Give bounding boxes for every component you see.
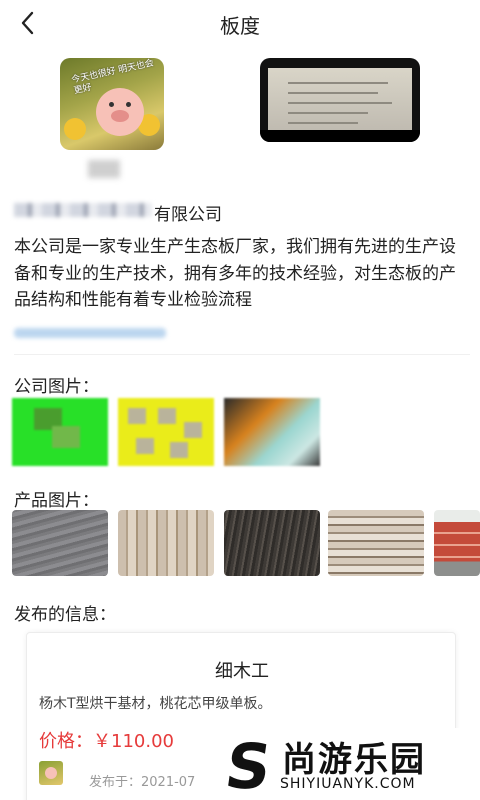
published-info-label: 发布的信息： (14, 605, 116, 625)
pompom-decoration (64, 118, 86, 140)
redacted-username (88, 160, 120, 178)
post-description: 杨木T型烘干基材，桃花芯甲级单板。 (39, 696, 272, 712)
product-image[interactable] (12, 510, 108, 576)
watermark-logo-icon: S (220, 730, 276, 800)
company-name-suffix: 有限公司 (154, 205, 222, 225)
phone-nav-bar (260, 130, 420, 142)
divider (14, 354, 470, 355)
redacted-link[interactable] (14, 328, 166, 338)
company-image[interactable] (118, 398, 214, 466)
watermark-text: 尚游乐园 (282, 740, 426, 780)
product-images-label: 产品图片： (14, 491, 99, 511)
company-images-label: 公司图片： (14, 377, 99, 397)
product-image[interactable] (118, 510, 214, 576)
post-title: 细木工 (215, 661, 269, 682)
watermark-domain: SHIYIUANYK.COM (280, 776, 416, 792)
post-price: ￥110.00 (93, 731, 174, 752)
price-label: 价格： (39, 731, 93, 752)
license-paper (268, 68, 412, 132)
avatar[interactable]: 今天也很好 明天也会更好 (60, 58, 164, 150)
top-bar: 板度 (0, 0, 480, 48)
product-image[interactable] (328, 510, 424, 576)
company-image[interactable] (224, 398, 320, 466)
author-avatar[interactable] (39, 761, 63, 785)
post-date: 发布于：2021-07 (89, 775, 196, 790)
business-license-image[interactable] (260, 58, 420, 142)
company-description: 本公司是一家专业生产生态板厂家，我们拥有先进的生产设备和专业的生产技术，拥有多年… (14, 237, 456, 310)
site-watermark: S 尚游乐园 SHIYIUANYK.COM (212, 728, 480, 800)
page-title: 板度 (220, 14, 260, 38)
redacted-company-name (14, 203, 152, 217)
pig-illustration (96, 88, 144, 136)
product-image[interactable] (434, 510, 480, 576)
product-image[interactable] (224, 510, 320, 576)
company-image[interactable] (12, 398, 108, 466)
